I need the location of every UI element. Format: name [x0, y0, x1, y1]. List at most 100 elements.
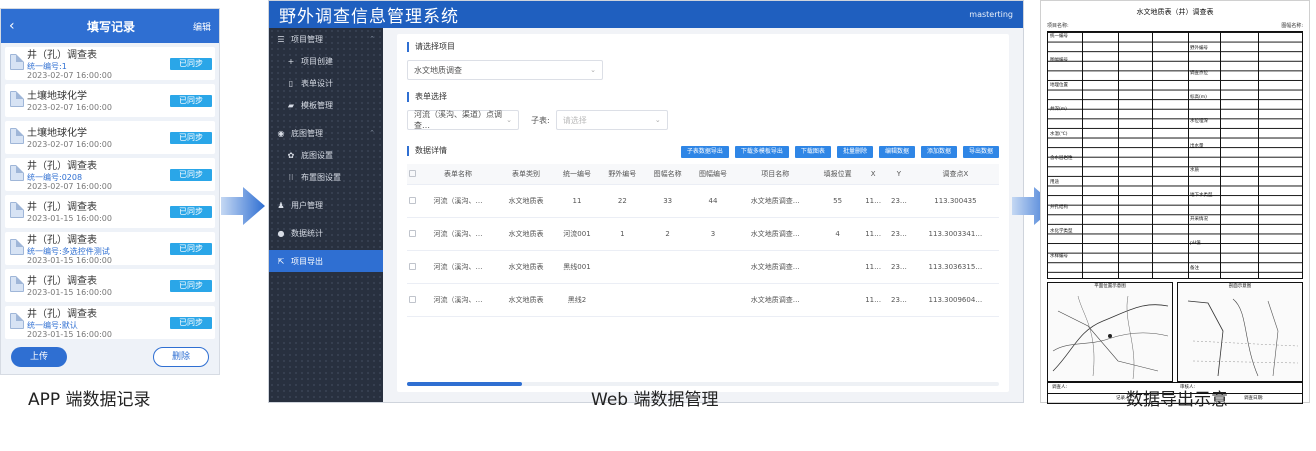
record-item[interactable]: 井（孔）调查表 统一编号:0208 2023-02-07 16:00:00 已同步 — [5, 158, 215, 191]
sidebar-item-label: 底图设置 — [301, 150, 333, 160]
toolbar: 子表数据导出 下载多模板导出 下载图表 批量删除 编辑数据 添加数据 导出数据 — [407, 146, 999, 158]
doc-field-label: 开采情况 — [1190, 217, 1208, 222]
doc-field-label: 水样编号 — [1050, 253, 1068, 259]
document-icon — [10, 165, 24, 181]
sidebar-icon: ⁝⁝ — [288, 172, 294, 182]
sidebar-item-label: 底图管理 — [291, 128, 323, 138]
table-cell: 水文地质表 — [497, 283, 555, 317]
sidebar-icon: + — [287, 56, 295, 66]
doc-field-label: 水化学类型 — [1050, 229, 1073, 235]
toolbar-button[interactable]: 编辑数据 — [878, 146, 915, 158]
sidebar-item-label: 项目导出 — [291, 256, 323, 266]
doc-field-label: 含水层岩性 — [1050, 156, 1073, 161]
table-cell: 44 — [690, 184, 736, 218]
sidebar-icon: ▯ — [288, 78, 294, 88]
sidebar-item[interactable]: ▯ 表单设计 — [269, 72, 383, 94]
table-cell: 水文地质调查… — [735, 184, 815, 218]
select-all-checkbox[interactable] — [409, 170, 417, 178]
table-cell: 河流（溪沟、… — [418, 250, 498, 284]
doc-field-label: 井深(m) — [1050, 107, 1067, 113]
caption-app: APP 端数据记录 — [28, 390, 151, 410]
table-row[interactable]: 河流（溪沟、… 水文地质表 11 22 33 44 水文地质调查… 55 11… 23… 113.3… — [407, 184, 999, 218]
column-header: 野外编号 — [599, 164, 645, 185]
form-select[interactable]: 河流（溪沟、渠道）点调查… ⌄ — [407, 110, 519, 130]
sidebar-item[interactable]: ● 数据统计 — [269, 222, 383, 244]
toolbar-button[interactable]: 子表数据导出 — [680, 146, 729, 158]
arrow-right-icon — [221, 187, 265, 225]
table-cell: 河流（溪沟、… — [418, 283, 498, 317]
sidebar-item[interactable]: + 项目创建 — [269, 50, 383, 72]
child-table-select[interactable]: 请选择 ⌄ — [555, 110, 668, 130]
chevron-down-icon: ⌄ — [654, 116, 661, 124]
edit-button[interactable]: 编辑 — [193, 20, 211, 33]
table-cell: 33 — [644, 184, 691, 218]
row-checkbox[interactable] — [409, 197, 417, 204]
sidebar-item[interactable]: ⇱ 项目导出 — [269, 250, 383, 272]
chevron-down-icon: ⌄ — [590, 66, 596, 74]
column-header: X — [860, 164, 887, 185]
table-cell: 22 — [599, 184, 645, 218]
toolbar-button[interactable]: 添加数据 — [920, 146, 957, 158]
document-icon — [10, 54, 24, 70]
table-cell: 河流（溪沟、… — [418, 184, 498, 218]
record-item[interactable]: 土壤地球化学 2023-02-07 16:00:00 已同步 — [5, 84, 215, 117]
record-item[interactable]: 井（孔）调查表 统一编号:默认 2023-01-15 16:00:00 已同步 — [5, 306, 215, 339]
upload-button[interactable]: 上传 — [11, 347, 67, 367]
user-name[interactable]: masterting — [969, 10, 1013, 19]
row-checkbox[interactable] — [409, 263, 417, 270]
table-cell — [690, 250, 736, 284]
table-cell: 11… — [860, 283, 887, 317]
table-row[interactable]: 河流（溪沟、… 水文地质表 黑线001 水文地质调查… 11… 23… 113.303631… — [407, 250, 999, 284]
record-item[interactable]: 井（孔）调查表 统一编号:1 2023-02-07 16:00:00 已同步 — [5, 47, 215, 80]
chevron-up-icon: ⌃ — [369, 129, 375, 137]
sidebar-item-label: 项目管理 — [291, 34, 323, 44]
table-row[interactable]: 河流（溪沟、… 水文地质表 黑线2 水文地质调查… 11… 23… 113.3009604… — [407, 283, 999, 317]
section-form-title: 表单选择 — [407, 92, 999, 102]
back-icon[interactable]: ‹ — [9, 18, 29, 34]
record-time: 2023-02-07 16:00:00 — [27, 71, 112, 80]
sidebar-item[interactable]: ▰ 模板管理 — [269, 94, 383, 116]
table-cell: 23… — [886, 184, 912, 218]
column-header: Y — [886, 164, 912, 185]
sidebar-item-label: 用户管理 — [291, 200, 323, 210]
toolbar-button[interactable]: 下载多模板导出 — [734, 146, 789, 158]
table-row[interactable]: 河流（溪沟、… 水文地质表 河流001 1 2 3 水文地质调查… 4 11… 23… 113.30… — [407, 217, 999, 251]
sidebar-item[interactable]: ☰ 项目管理 ⌃ — [269, 28, 383, 50]
plan-sketch-map: 平面位置示意图 — [1047, 282, 1173, 382]
doc-field-label: 备注 — [1190, 265, 1199, 271]
delete-button[interactable]: 删除 — [153, 347, 209, 367]
scrollbar-thumb[interactable] — [407, 382, 522, 386]
table-cell: 河流（溪沟、… — [418, 217, 498, 251]
doc-field-label: 出水量 — [1190, 143, 1204, 149]
toolbar-button[interactable]: 导出数据 — [962, 146, 999, 158]
table-cell — [599, 250, 645, 284]
toolbar-button[interactable]: 下载图表 — [794, 146, 831, 158]
table-cell — [644, 283, 691, 317]
sidebar-item[interactable]: ◉ 底图管理 ⌃ — [269, 122, 383, 144]
project-select[interactable]: 水文地质调查 ⌄ — [407, 60, 603, 80]
sync-status-badge: 已同步 — [170, 243, 212, 255]
web-topbar: 野外调查信息管理系统 masterting — [269, 1, 1023, 28]
sidebar-item[interactable]: ♟ 用户管理 — [269, 194, 383, 216]
record-item[interactable]: 井（孔）调查表 2023-01-15 16:00:00 已同步 — [5, 269, 215, 302]
row-checkbox[interactable] — [409, 296, 417, 303]
sidebar-item-label: 数据统计 — [291, 228, 323, 238]
doc-project-label: 项目名称: — [1047, 23, 1069, 29]
sidebar-icon: ● — [277, 228, 285, 238]
record-item[interactable]: 土壤地球化学 2023-02-07 16:00:00 已同步 — [5, 121, 215, 154]
doc-field-label: 图幅编号 — [1050, 58, 1068, 64]
sidebar-icon: ♟ — [277, 200, 285, 210]
document-icon — [10, 276, 24, 292]
project-select-value: 水文地质调查 — [414, 65, 462, 75]
table-cell: 黑线001 — [554, 250, 600, 284]
record-item[interactable]: 井（孔）调查表 统一编号:多选控件测试 2023-01-15 16:00:00 已同步 — [5, 232, 215, 265]
row-checkbox[interactable] — [409, 230, 417, 237]
table-cell: 河流001 — [554, 217, 600, 251]
sidebar-icon: ⇱ — [277, 256, 285, 266]
record-item[interactable]: 井（孔）调查表 2023-01-15 16:00:00 已同步 — [5, 195, 215, 228]
sidebar-item[interactable]: ✿ 底图设置 — [269, 144, 383, 166]
sidebar-item[interactable]: ⁝⁝ 布置图设置 — [269, 166, 383, 188]
system-title: 野外调查信息管理系统 — [279, 7, 459, 27]
table-cell: 水文地质调查… — [735, 217, 815, 251]
toolbar-button[interactable]: 批量删除 — [836, 146, 873, 158]
